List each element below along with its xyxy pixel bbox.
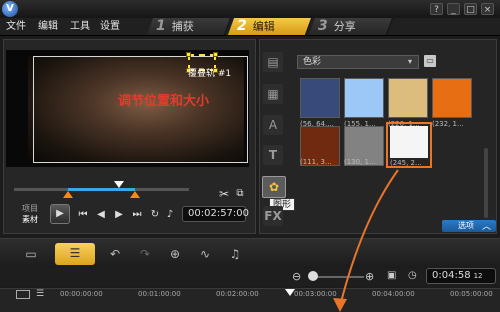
- callout-arrow: [333, 169, 399, 312]
